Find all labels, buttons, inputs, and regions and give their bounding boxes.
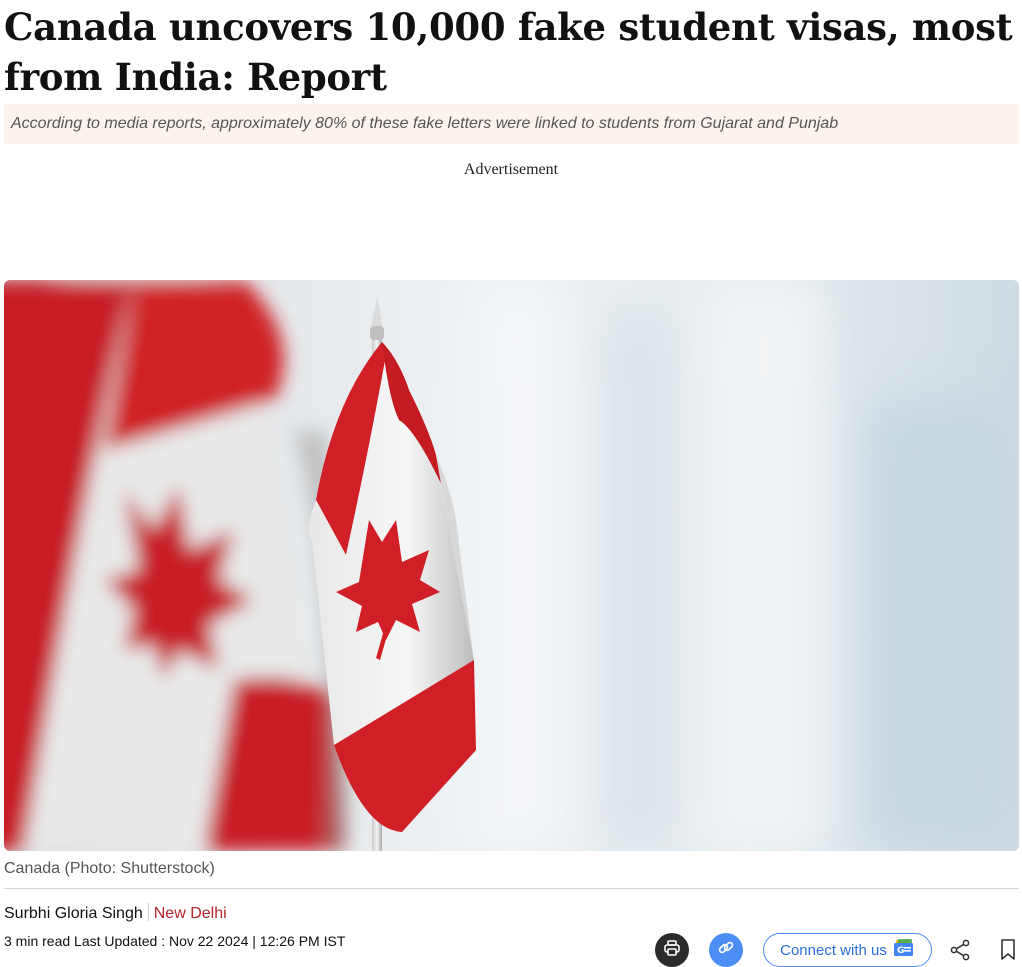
share-icon	[948, 939, 972, 966]
share-button[interactable]	[948, 938, 972, 962]
byline: Surbhi Gloria Singh New Delhi	[4, 903, 227, 923]
google-news-icon: G	[893, 939, 915, 961]
connect-label: Connect with us	[780, 941, 887, 959]
svg-text:G: G	[897, 946, 904, 956]
byline-separator	[147, 903, 149, 921]
article-headline: Canada uncovers 10,000 fake student visa…	[4, 5, 1013, 99]
advertisement-label: Advertisement	[463, 161, 559, 178]
article-meta: 3 min read Last Updated : Nov 22 2024 | …	[4, 933, 346, 949]
copy-link-button[interactable]	[709, 933, 743, 967]
advertisement-slot	[0, 185, 1022, 275]
author-name[interactable]: Surbhi Gloria Singh	[4, 905, 143, 922]
print-button[interactable]	[655, 933, 689, 967]
divider	[4, 888, 1019, 889]
bookmark-button[interactable]	[998, 938, 1018, 962]
image-caption: Canada (Photo: Shutterstock)	[4, 860, 215, 877]
dateline-location: New Delhi	[153, 905, 227, 922]
connect-with-us-button[interactable]: Connect with us G	[763, 933, 932, 967]
bookmark-icon	[998, 939, 1018, 966]
print-icon	[663, 939, 681, 962]
hero-image	[4, 280, 1019, 851]
article-summary: According to media reports, approximatel…	[4, 104, 1019, 144]
link-icon	[717, 939, 735, 962]
